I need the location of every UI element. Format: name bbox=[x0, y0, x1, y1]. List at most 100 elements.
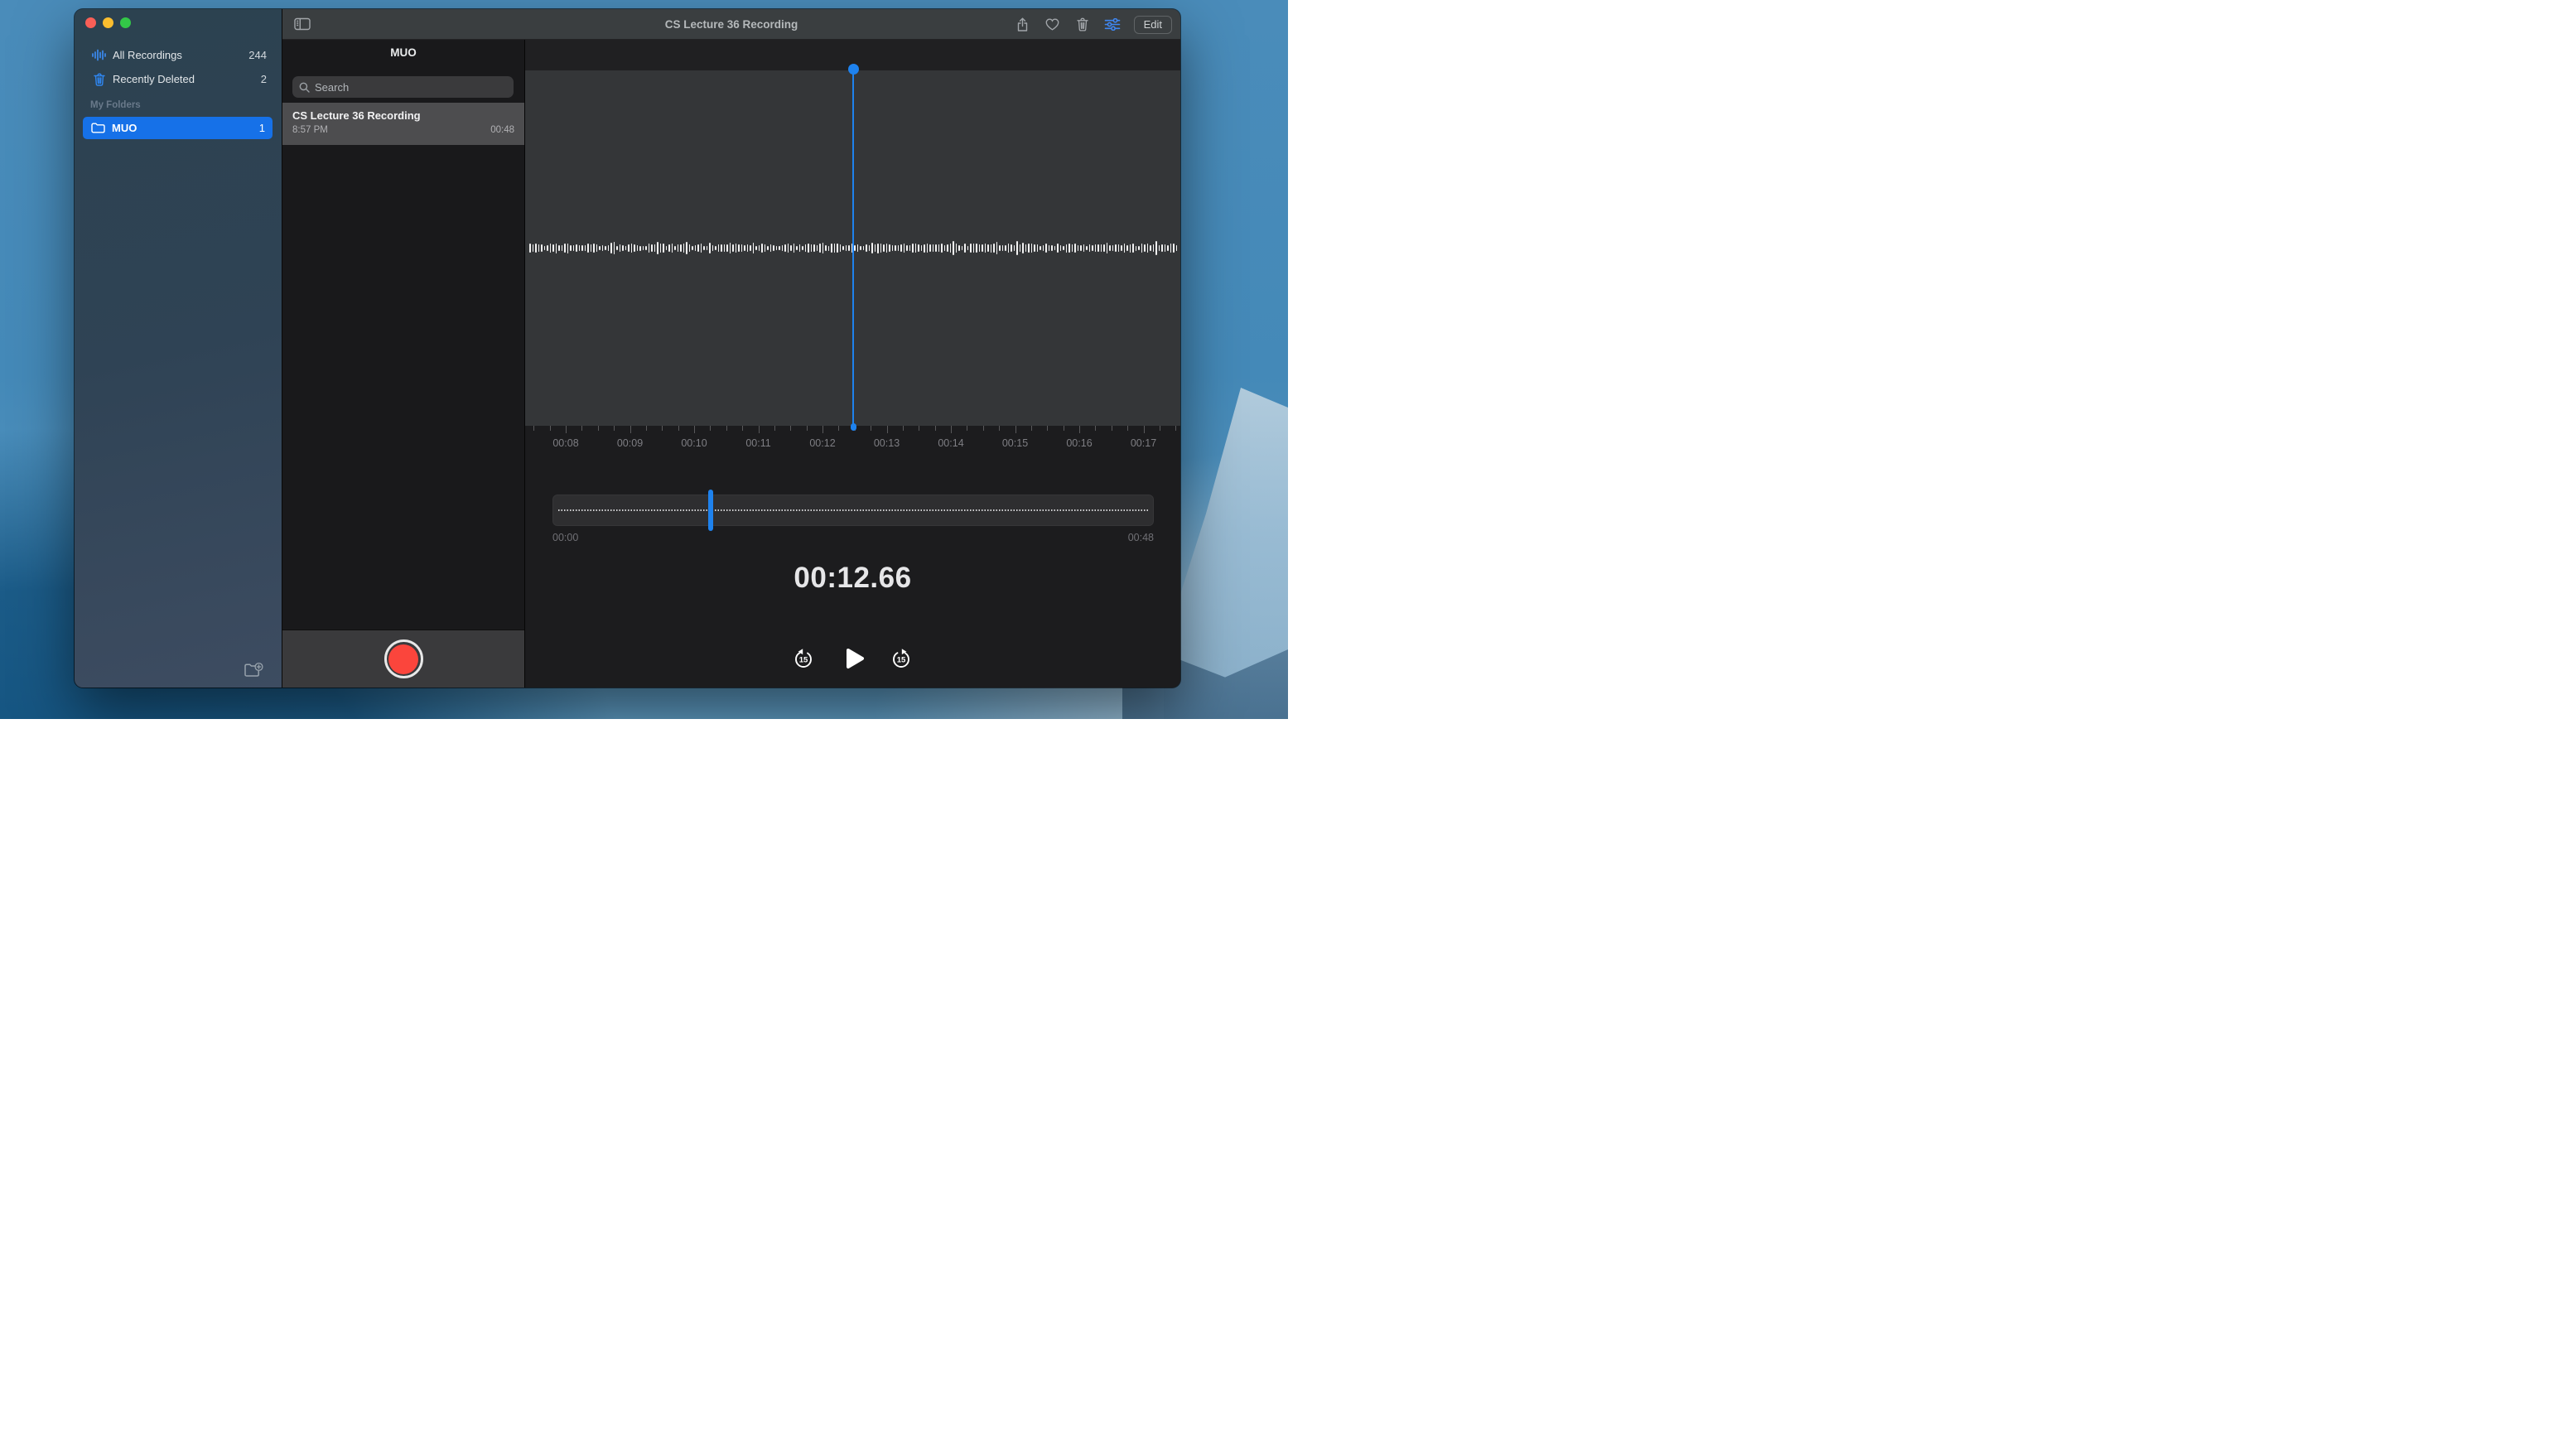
overview-scrubber[interactable] bbox=[552, 495, 1154, 526]
ruler-tick bbox=[550, 426, 551, 431]
ruler-tick bbox=[662, 426, 663, 431]
ruler-tick bbox=[903, 426, 904, 431]
ruler-tick bbox=[646, 426, 647, 431]
favorite-button[interactable] bbox=[1044, 15, 1061, 35]
recording-list-item[interactable]: CS Lecture 36 Recording 8:57 PM 00:48 bbox=[282, 103, 524, 145]
skip-back-15-label: 15 bbox=[799, 655, 808, 664]
ruler-time-label: 00:17 bbox=[1131, 437, 1156, 449]
ruler-tick bbox=[1047, 426, 1048, 431]
search-field[interactable] bbox=[292, 76, 514, 98]
ruler-tick bbox=[1031, 426, 1032, 431]
ruler-tick bbox=[694, 426, 695, 433]
toolbar-actions: Edit bbox=[1015, 9, 1172, 40]
playback-settings-button[interactable] bbox=[1104, 15, 1121, 35]
ruler-tick bbox=[1175, 426, 1176, 431]
ruler-tick bbox=[807, 426, 808, 431]
main-area: CS Lecture 36 Recording bbox=[282, 9, 1180, 688]
toolbar: CS Lecture 36 Recording bbox=[282, 9, 1180, 40]
scrubber-position-handle[interactable] bbox=[708, 490, 713, 531]
ruler-time-label: 00:16 bbox=[1066, 437, 1092, 449]
ruler-tick bbox=[726, 426, 727, 431]
ruler-tick bbox=[1079, 426, 1080, 433]
share-button[interactable] bbox=[1015, 15, 1031, 35]
ruler-tick bbox=[581, 426, 582, 431]
time-ruler: 00:0800:0900:1000:1100:1200:1300:1400:15… bbox=[525, 426, 1180, 464]
ruler-tick bbox=[983, 426, 984, 431]
playhead-handle[interactable] bbox=[848, 64, 859, 75]
ruler-time-label: 00:12 bbox=[809, 437, 835, 449]
recordings-column: MUO CS Lecture 36 Recording 8:57 PM 00:4… bbox=[282, 40, 524, 688]
desktop-wallpaper: All Recordings 244 Recently Deleted 2 bbox=[0, 0, 1288, 719]
ruler-time-label: 00:08 bbox=[552, 437, 578, 449]
scrubber-end-time: 00:48 bbox=[1128, 532, 1154, 543]
search-input[interactable] bbox=[315, 81, 507, 94]
minimize-button[interactable] bbox=[103, 17, 113, 28]
new-folder-button[interactable] bbox=[244, 662, 265, 680]
skip-forward-15-label: 15 bbox=[897, 655, 906, 664]
skip-back-15-button[interactable]: 15 bbox=[793, 648, 814, 669]
record-button[interactable] bbox=[384, 639, 423, 678]
ruler-tick bbox=[759, 426, 760, 433]
scrubber-start-time: 00:00 bbox=[552, 532, 578, 543]
voice-memos-window: All Recordings 244 Recently Deleted 2 bbox=[75, 9, 1180, 688]
ruler-tick bbox=[774, 426, 775, 431]
close-button[interactable] bbox=[85, 17, 96, 28]
recording-title: CS Lecture 36 Recording bbox=[292, 109, 514, 122]
ruler-tick bbox=[710, 426, 711, 431]
sidebar: All Recordings 244 Recently Deleted 2 bbox=[75, 9, 282, 688]
delete-button[interactable] bbox=[1074, 15, 1091, 35]
folder-count: 1 bbox=[259, 122, 265, 134]
ruler-time-label: 00:13 bbox=[874, 437, 900, 449]
content: MUO CS Lecture 36 Recording 8:57 PM 00:4… bbox=[282, 40, 1180, 688]
ruler-time-label: 00:14 bbox=[938, 437, 963, 449]
ruler-tick bbox=[999, 426, 1000, 431]
ruler-tick bbox=[790, 426, 791, 431]
ruler-time-label: 00:10 bbox=[681, 437, 707, 449]
overview-waveform bbox=[558, 509, 1148, 511]
recording-duration: 00:48 bbox=[490, 125, 514, 135]
player-panel: 00:0800:0900:1000:1100:1200:1300:1400:15… bbox=[524, 40, 1180, 688]
ruler-tick bbox=[533, 426, 534, 431]
skip-forward-15-button[interactable]: 15 bbox=[890, 648, 912, 669]
ruler-tick bbox=[1144, 426, 1145, 433]
folder-label: MUO bbox=[112, 122, 259, 134]
ruler-tick bbox=[566, 426, 567, 433]
ruler-tick bbox=[1015, 426, 1016, 433]
ruler-tick bbox=[838, 426, 839, 431]
ruler-time-label: 00:11 bbox=[745, 437, 770, 449]
sidebar-item-recently-deleted[interactable]: Recently Deleted 2 bbox=[75, 68, 282, 90]
record-dot-icon bbox=[388, 644, 418, 674]
sidebar-item-all-recordings[interactable]: All Recordings 244 bbox=[75, 44, 282, 66]
sidebar-item-label: All Recordings bbox=[113, 49, 248, 61]
zoom-button[interactable] bbox=[120, 17, 131, 28]
sidebar-item-count: 244 bbox=[248, 49, 267, 61]
edit-button[interactable]: Edit bbox=[1134, 16, 1172, 34]
trash-icon bbox=[91, 73, 107, 86]
sidebar-folder-muo[interactable]: MUO 1 bbox=[83, 117, 273, 139]
ruler-tick bbox=[742, 426, 743, 431]
sidebar-toggle-button[interactable] bbox=[294, 16, 312, 32]
recording-time: 8:57 PM bbox=[292, 125, 328, 135]
mountain-background bbox=[1164, 388, 1288, 719]
sidebar-item-count: 2 bbox=[261, 73, 267, 85]
playhead-line[interactable] bbox=[852, 69, 855, 427]
ruler-tick bbox=[822, 426, 823, 433]
audio-waveform bbox=[529, 241, 1180, 256]
ruler-tick bbox=[630, 426, 631, 433]
ruler-tick bbox=[951, 426, 952, 433]
ruler-tick bbox=[1095, 426, 1096, 431]
ruler-tick bbox=[887, 426, 888, 433]
current-time-display: 00:12.66 bbox=[525, 562, 1180, 595]
ruler-tick bbox=[614, 426, 615, 431]
play-button[interactable] bbox=[840, 644, 868, 673]
folder-icon bbox=[89, 123, 106, 133]
my-folders-section-label: My Folders bbox=[90, 100, 141, 110]
folder-title: MUO bbox=[282, 46, 524, 59]
sidebar-item-label: Recently Deleted bbox=[113, 73, 261, 85]
waveform-icon bbox=[91, 49, 107, 61]
search-icon bbox=[299, 82, 310, 93]
ruler-time-label: 00:09 bbox=[617, 437, 643, 449]
ruler-tick bbox=[935, 426, 936, 431]
ruler-tick bbox=[678, 426, 679, 431]
ruler-tick bbox=[1127, 426, 1128, 431]
